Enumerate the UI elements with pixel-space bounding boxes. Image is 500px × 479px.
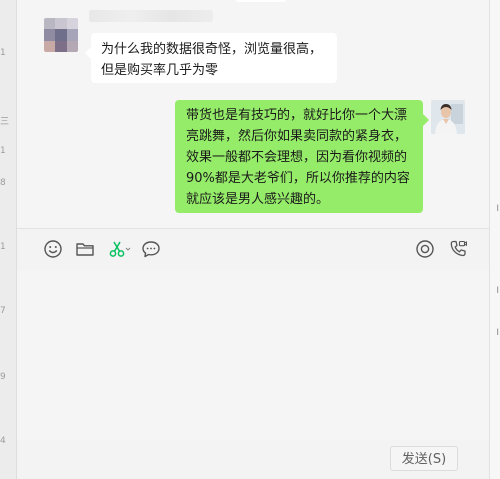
chat-bubble-icon — [142, 241, 160, 258]
previous-message-fragment — [235, 0, 287, 2]
side-fragment: I — [496, 286, 499, 296]
mosaic-tile — [44, 29, 56, 41]
emoji-button[interactable] — [42, 238, 64, 260]
incoming-message[interactable]: 为什么我的数据很奇怪，浏览量很高，但是购买率几乎为零 — [85, 33, 337, 83]
avatar-mosaic — [44, 18, 78, 52]
background-window-edge: I I I — [489, 0, 500, 479]
mosaic-tile — [55, 29, 67, 41]
message-input[interactable] — [17, 270, 490, 440]
video-call-icon — [450, 240, 467, 257]
side-fragment: 7 — [0, 306, 6, 316]
side-fragment: 9 — [0, 372, 6, 382]
chat-history-button[interactable] — [140, 238, 162, 260]
screenshot-button[interactable] — [107, 238, 133, 260]
side-fragment: 4 — [0, 436, 6, 446]
side-fragment: 1 — [0, 48, 6, 58]
person-portrait-icon — [431, 100, 465, 134]
live-icon — [416, 240, 434, 258]
mosaic-tile — [66, 18, 78, 30]
mosaic-tile — [55, 18, 67, 30]
mosaic-tile — [66, 40, 78, 52]
outgoing-message[interactable]: 带货也是有技巧的，就好比你一个大漂亮跳舞，然后你如果卖同款的紧身衣，效果一般都不… — [175, 100, 429, 213]
side-fragment: 1 — [0, 242, 6, 252]
scissors-icon — [109, 241, 131, 257]
side-fragment: I — [496, 328, 499, 338]
side-fragment: I — [496, 204, 499, 214]
emoji-icon — [44, 240, 62, 258]
folder-icon — [76, 243, 94, 256]
side-fragment: 1 — [0, 146, 6, 156]
live-button[interactable] — [414, 238, 436, 260]
side-fragment: 三 — [0, 117, 10, 127]
chat-history[interactable]: 为什么我的数据很奇怪，浏览量很高，但是购买率几乎为零 带货也是有技巧的，就好比你… — [17, 0, 490, 228]
contact-name-blurred — [89, 10, 213, 22]
mosaic-tile — [44, 18, 56, 30]
input-toolbar — [17, 229, 490, 269]
contact-avatar[interactable] — [44, 18, 78, 52]
my-avatar[interactable] — [431, 100, 465, 134]
video-call-button[interactable] — [447, 238, 469, 260]
mosaic-tile — [44, 40, 56, 52]
side-panel-edge: 1 三 1 8 1 7 9 4 — [0, 0, 17, 479]
mosaic-tile — [66, 29, 78, 41]
send-file-button[interactable] — [74, 238, 96, 260]
mosaic-tile — [55, 40, 67, 52]
send-button[interactable]: 发送(S) — [390, 446, 458, 471]
side-fragment: 8 — [0, 178, 6, 188]
